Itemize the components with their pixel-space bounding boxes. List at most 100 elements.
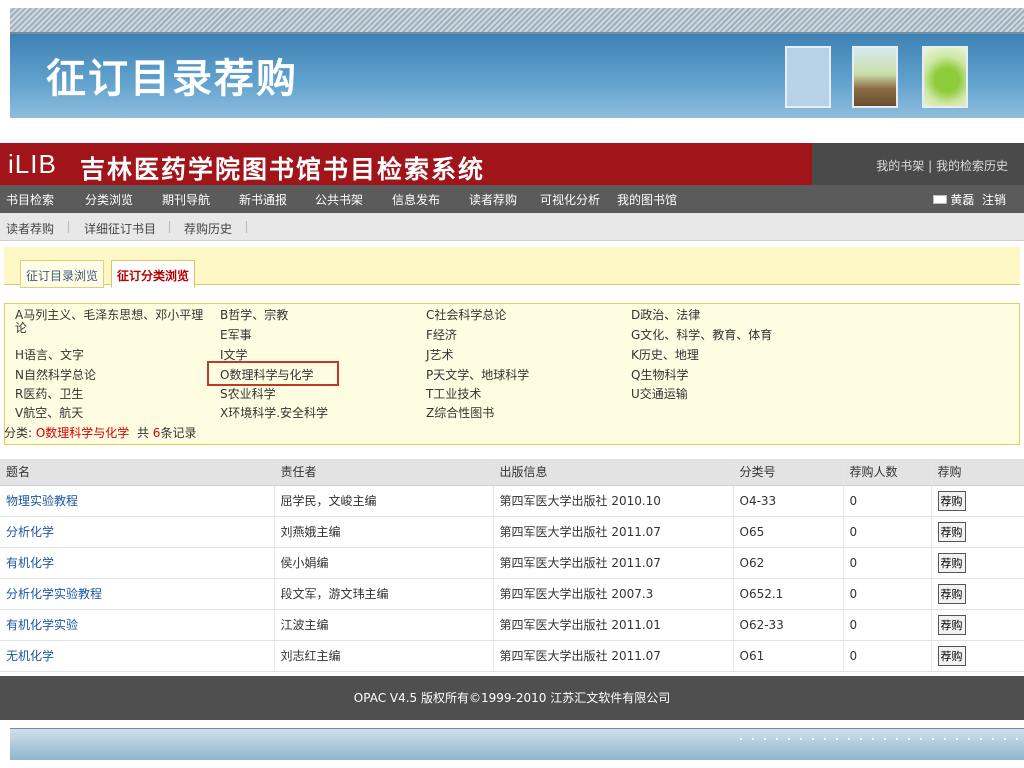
category-link-q[interactable]: Q生物科学 <box>631 369 688 382</box>
table-header-row: 题名 责任者 出版信息 分类号 荐购人数 荐购 <box>0 459 1024 486</box>
category-link-b[interactable]: B哲学、宗教 <box>220 309 288 322</box>
subnav-detailed-list[interactable]: 详细征订书目 <box>84 220 156 237</box>
subnav-divider <box>246 221 247 233</box>
table-row: 无机化学 刘志红主编 第四军医大学出版社 2011.07 O61 0 荐购 <box>0 640 1024 672</box>
decorative-blank-image <box>785 46 831 108</box>
book-author: 段文军，游文玮主编 <box>273 578 493 610</box>
recommend-button[interactable]: 荐购 <box>937 552 966 573</box>
book-publication: 第四军医大学出版社 2011.07 <box>492 547 733 579</box>
subnav-reader-recommend[interactable]: 读者荐购 <box>6 220 54 237</box>
category-link-x[interactable]: X环境科学.安全科学 <box>220 407 328 420</box>
category-link-z[interactable]: Z综合性图书 <box>426 407 494 420</box>
recommend-button[interactable]: 荐购 <box>937 645 966 666</box>
nav-item-public-shelf[interactable]: 公共书架 <box>315 191 363 208</box>
book-title-link[interactable]: 无机化学 <box>0 640 274 672</box>
book-title-link[interactable]: 分析化学实验教程 <box>0 578 274 610</box>
book-author: 屈学民，文峻主编 <box>273 485 493 517</box>
nav-item-visual-analysis[interactable]: 可视化分析 <box>540 191 600 208</box>
category-link-j[interactable]: J艺术 <box>426 349 454 362</box>
category-link-d[interactable]: D政治、法律 <box>631 309 700 322</box>
book-publication: 第四军医大学出版社 2010.10 <box>492 485 733 517</box>
category-link-n[interactable]: N自然科学总论 <box>15 369 96 382</box>
category-link-k[interactable]: K历史、地理 <box>631 349 699 362</box>
summary-prefix: 分类: <box>4 426 36 440</box>
search-history-link[interactable]: 我的检索历史 <box>936 159 1008 173</box>
ilib-logo: iLIB <box>8 149 57 179</box>
column-header-title[interactable]: 题名 <box>0 459 274 486</box>
book-class-no: O62 <box>732 547 843 579</box>
table-row: 有机化学实验 江波主编 第四军医大学出版社 2011.01 O62-33 0 荐… <box>0 609 1024 641</box>
table-row: 分析化学实验教程 段文军，游文玮主编 第四军医大学出版社 2007.3 O652… <box>0 578 1024 610</box>
nav-item-category-browse[interactable]: 分类浏览 <box>85 191 133 208</box>
category-link-p[interactable]: P天文学、地球科学 <box>426 369 529 382</box>
recommend-button[interactable]: 荐购 <box>937 583 966 604</box>
tab-catalog-browse[interactable]: 征订目录浏览 <box>20 260 105 288</box>
column-header-publication[interactable]: 出版信息 <box>492 459 733 486</box>
category-link-v[interactable]: V航空、航天 <box>15 407 83 420</box>
recommend-cell: 荐购 <box>930 609 1024 641</box>
book-author: 刘燕娥主编 <box>273 516 493 548</box>
tab-category-browse[interactable]: 征订分类浏览 <box>111 260 196 288</box>
subnav-divider <box>169 221 170 233</box>
recommend-button[interactable]: 荐购 <box>937 490 966 511</box>
logout-link[interactable]: 注销 <box>982 193 1006 207</box>
book-author: 侯小娟编 <box>273 547 493 579</box>
column-header-class-no[interactable]: 分类号 <box>732 459 843 486</box>
result-summary: 分类: O数理科学与化学 共 6条记录 <box>4 424 196 441</box>
top-hatch-band <box>10 8 1024 34</box>
category-link-g[interactable]: G文化、科学、教育、体育 <box>631 329 772 342</box>
category-link-c[interactable]: C社会科学总论 <box>426 309 506 322</box>
category-link-f[interactable]: F经济 <box>426 329 457 342</box>
category-link-e[interactable]: E军事 <box>220 329 252 342</box>
book-author: 江波主编 <box>273 609 493 641</box>
table-row: 物理实验教程 屈学民，文峻主编 第四军医大学出版社 2010.10 O4-33 … <box>0 485 1024 517</box>
nav-item-new-books[interactable]: 新书通报 <box>239 191 287 208</box>
bottom-band <box>10 728 1024 760</box>
mail-icon[interactable] <box>933 195 948 204</box>
main-nav: 书目检索 分类浏览 期刊导航 新书通报 公共书架 信息发布 读者荐购 可视化分析… <box>0 185 1024 213</box>
header-links: 我的书架 | 我的检索历史 <box>876 157 1008 174</box>
bottom-dots <box>740 738 1020 740</box>
book-recommend-count: 0 <box>842 516 931 548</box>
subnav-divider <box>68 221 69 233</box>
book-recommend-count: 0 <box>842 609 931 641</box>
recommend-cell: 荐购 <box>930 547 1024 579</box>
app-header: iLIB 吉林医药学院图书馆书目检索系统 我的书架 | 我的检索历史 <box>0 143 1024 185</box>
nav-item-my-library[interactable]: 我的图书馆 <box>617 191 677 208</box>
my-shelf-link[interactable]: 我的书架 <box>876 159 924 173</box>
recommend-button[interactable]: 荐购 <box>937 614 966 635</box>
category-link-s[interactable]: S农业科学 <box>220 388 276 401</box>
book-recommend-count: 0 <box>842 578 931 610</box>
column-header-recommend: 荐购 <box>930 459 1024 486</box>
nav-item-catalog-search[interactable]: 书目检索 <box>6 191 54 208</box>
book-title-link[interactable]: 有机化学实验 <box>0 609 274 641</box>
presentation-slide: 征订目录荐购 iLIB 吉林医药学院图书馆书目检索系统 我的书架 | 我的检索历… <box>0 0 1024 768</box>
book-class-no: O62-33 <box>732 609 843 641</box>
recommend-cell: 荐购 <box>930 485 1024 517</box>
nav-item-journal-nav[interactable]: 期刊导航 <box>162 191 210 208</box>
summary-category: O数理科学与化学 <box>35 426 130 440</box>
recommend-cell: 荐购 <box>930 516 1024 548</box>
results-table: 题名 责任者 出版信息 分类号 荐购人数 荐购 物理实验教程 屈学民，文峻主编 … <box>0 459 1024 672</box>
book-title-link[interactable]: 分析化学 <box>0 516 274 548</box>
nav-item-reader-recommend[interactable]: 读者荐购 <box>469 191 517 208</box>
category-link-r[interactable]: R医药、卫生 <box>15 388 83 401</box>
recommend-button[interactable]: 荐购 <box>937 521 966 542</box>
book-publication: 第四军医大学出版社 2011.07 <box>492 640 733 672</box>
book-publication: 第四军医大学出版社 2011.07 <box>492 516 733 548</box>
subnav-recommend-history[interactable]: 荐购历史 <box>184 220 232 237</box>
book-title-link[interactable]: 有机化学 <box>0 547 274 579</box>
column-header-author[interactable]: 责任者 <box>273 459 493 486</box>
nav-item-info-release[interactable]: 信息发布 <box>392 191 440 208</box>
book-class-no: O4-33 <box>732 485 843 517</box>
book-title-link[interactable]: 物理实验教程 <box>0 485 274 517</box>
category-link-t[interactable]: T工业技术 <box>426 388 481 401</box>
book-class-no: O61 <box>732 640 843 672</box>
category-link-a[interactable]: A马列主义、毛泽东思想、邓小平理论 <box>15 309 205 335</box>
footer: OPAC V4.5 版权所有©1999-2010 江苏汇文软件有限公司 <box>0 676 1024 720</box>
sub-nav: 读者荐购 详细征订书目 荐购历史 <box>0 213 1024 241</box>
category-link-u[interactable]: U交通运输 <box>631 388 688 401</box>
column-header-recommend-count[interactable]: 荐购人数 <box>842 459 931 486</box>
category-link-h[interactable]: H语言、文字 <box>15 349 84 362</box>
recommend-cell: 荐购 <box>930 640 1024 672</box>
